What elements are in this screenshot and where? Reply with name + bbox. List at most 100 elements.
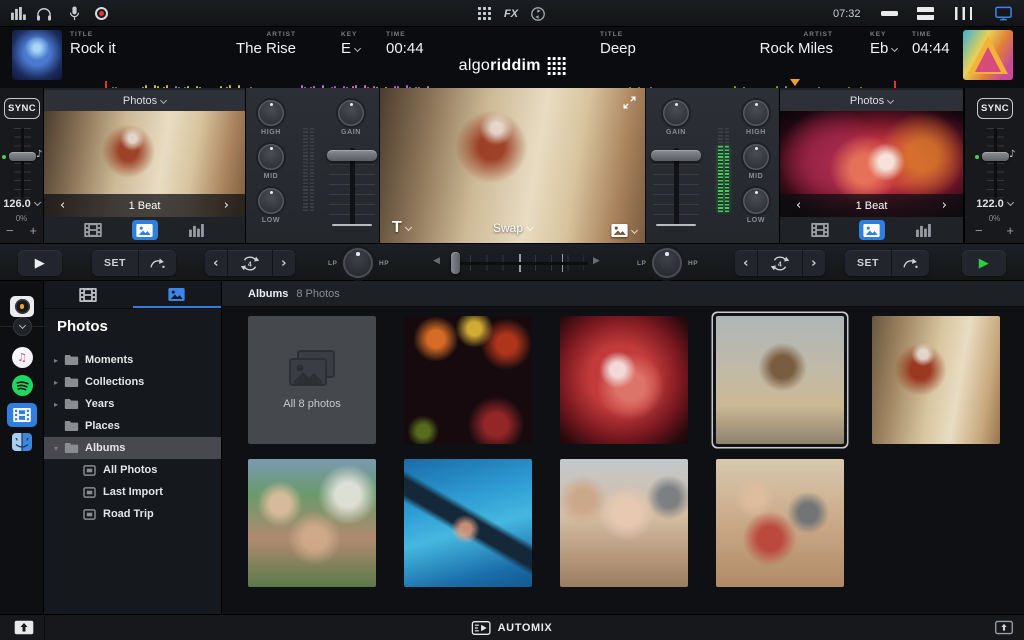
itunes-icon[interactable]: ♫ xyxy=(0,347,44,368)
videos-source-icon[interactable] xyxy=(0,403,44,427)
photo-thumbnail[interactable] xyxy=(560,459,688,587)
deck1-jump-cue-button[interactable] xyxy=(139,250,176,276)
view-split-icon[interactable] xyxy=(915,0,935,27)
deck2-loop-halve-button[interactable]: ‹ xyxy=(735,250,757,276)
crossfader-handle[interactable] xyxy=(451,252,460,274)
tree-item-road-trip[interactable]: Road Trip xyxy=(44,503,221,525)
finder-icon[interactable] xyxy=(0,433,44,451)
deck2-volume-fader[interactable] xyxy=(651,148,701,226)
deck1-play-button[interactable]: ▶ xyxy=(18,250,62,276)
deck1-filter-knob[interactable] xyxy=(343,248,373,278)
deck1-set-cue-button[interactable]: SET xyxy=(92,250,138,276)
tree-item-all-photos[interactable]: All Photos xyxy=(44,459,221,481)
deck2-pitch-slider[interactable] xyxy=(982,152,1009,161)
grid-view-icon[interactable] xyxy=(474,0,494,27)
disclosure-down-icon[interactable]: ▾ xyxy=(50,444,62,453)
deck2-media-image[interactable]: ‹ 1 Beat › xyxy=(780,111,963,217)
deck2-low-knob[interactable] xyxy=(743,188,769,214)
deck2-pitch-plus-button[interactable]: + xyxy=(1006,226,1014,236)
deck2-high-knob[interactable] xyxy=(743,100,769,126)
deck2-filter-knob[interactable] xyxy=(652,248,682,278)
disclosure-right-icon[interactable]: ▸ xyxy=(50,400,62,409)
deck2-key[interactable]: KEY Eb xyxy=(870,31,897,57)
deck1-pitch-minus-button[interactable]: − xyxy=(6,226,14,236)
deck2-sync-button[interactable]: SYNC xyxy=(977,98,1013,119)
photo-thumbnail[interactable] xyxy=(404,459,532,587)
microphone-icon[interactable] xyxy=(64,0,84,27)
tree-item-moments[interactable]: ▸ Moments xyxy=(44,349,221,371)
view-quad-icon[interactable] xyxy=(953,0,973,27)
photo-thumbnail[interactable] xyxy=(872,316,1000,444)
deck2-loop-button[interactable]: 4 xyxy=(758,250,802,276)
crossfader[interactable] xyxy=(450,255,588,271)
deck1-pitch-slider[interactable] xyxy=(9,152,36,161)
djay-library-icon[interactable] xyxy=(0,296,44,317)
deck2-bpm-value[interactable]: 122.0 xyxy=(965,198,1024,210)
previous-beat-button[interactable]: ‹ xyxy=(60,199,65,212)
deck2-jump-cue-button[interactable] xyxy=(892,250,929,276)
text-overlay-button[interactable]: T xyxy=(392,219,411,237)
deck1-volume-fader[interactable] xyxy=(327,148,377,226)
deck2-play-button[interactable]: ▶ xyxy=(962,250,1006,276)
view-single-icon[interactable] xyxy=(879,0,899,27)
deck2-set-cue-button[interactable]: SET xyxy=(845,250,891,276)
deck1-gain-knob[interactable] xyxy=(338,100,364,126)
library-levels-icon[interactable] xyxy=(8,0,28,27)
photo-tab-icon[interactable] xyxy=(132,220,158,240)
deck1-media-source-dropdown[interactable]: Photos xyxy=(44,90,245,111)
tab-photos[interactable] xyxy=(133,281,222,308)
auto-sync-icon[interactable] xyxy=(527,0,549,27)
tree-item-collections[interactable]: ▸ Collections xyxy=(44,371,221,393)
photo-thumbnail-selected[interactable] xyxy=(716,316,844,444)
next-beat-button[interactable]: › xyxy=(224,199,229,212)
video-tab-icon[interactable] xyxy=(80,220,106,240)
spotify-icon[interactable] xyxy=(0,375,44,396)
display-output-icon[interactable] xyxy=(992,0,1014,27)
disclosure-right-icon[interactable]: ▸ xyxy=(50,356,62,365)
next-beat-button[interactable]: › xyxy=(942,199,947,212)
headphones-icon[interactable] xyxy=(34,0,54,27)
deck1-mid-knob[interactable] xyxy=(258,144,284,170)
automix-button[interactable]: AUTOMIX xyxy=(472,615,553,640)
deck1-key[interactable]: KEY E xyxy=(341,31,360,57)
deck1-loop-double-button[interactable]: › xyxy=(273,250,295,276)
video-tab-icon[interactable] xyxy=(807,220,833,240)
beat-length-label[interactable]: 1 Beat xyxy=(856,200,888,212)
disclosure-right-icon[interactable]: ▸ xyxy=(50,378,62,387)
deck2-media-source-dropdown[interactable]: Photos xyxy=(780,90,963,111)
all-photos-tile[interactable]: All 8 photos xyxy=(248,316,376,444)
previous-beat-button[interactable]: ‹ xyxy=(796,199,801,212)
deck2-pitch-minus-button[interactable]: − xyxy=(975,226,983,236)
photo-thumbnail[interactable] xyxy=(404,316,532,444)
equalizer-tab-icon[interactable] xyxy=(184,220,210,240)
tree-item-albums[interactable]: ▾ Albums xyxy=(44,437,221,459)
beat-length-label[interactable]: 1 Beat xyxy=(129,200,161,212)
deck1-loop-halve-button[interactable]: ‹ xyxy=(205,250,227,276)
photo-source-button[interactable] xyxy=(611,224,637,237)
tab-videos[interactable] xyxy=(44,281,133,308)
photo-thumbnail[interactable] xyxy=(560,316,688,444)
tree-item-last-import[interactable]: Last Import xyxy=(44,481,221,503)
panel-toggle-icon[interactable] xyxy=(995,620,1013,635)
photo-tab-icon[interactable] xyxy=(859,220,885,240)
photo-thumbnail[interactable] xyxy=(716,459,844,587)
deck1-sync-button[interactable]: SYNC xyxy=(4,98,40,119)
photo-thumbnail[interactable] xyxy=(248,459,376,587)
deck1-loop-button[interactable]: 4 xyxy=(228,250,272,276)
equalizer-tab-icon[interactable] xyxy=(911,220,937,240)
deck1-bpm-value[interactable]: 126.0 xyxy=(0,198,43,210)
deck2-time[interactable]: TIME 04:44 xyxy=(912,31,950,57)
swap-button[interactable]: Swap xyxy=(493,221,532,235)
deck1-media-image[interactable]: ‹ 1 Beat › xyxy=(44,111,245,217)
fullscreen-icon[interactable] xyxy=(623,96,636,114)
deck2-mid-knob[interactable] xyxy=(743,144,769,170)
deck2-loop-double-button[interactable]: › xyxy=(803,250,825,276)
deck1-high-knob[interactable] xyxy=(258,100,284,126)
collapse-chevron-icon[interactable] xyxy=(0,317,44,336)
deck2-gain-knob[interactable] xyxy=(663,100,689,126)
record-icon[interactable] xyxy=(90,0,112,27)
deck1-low-knob[interactable] xyxy=(258,188,284,214)
tree-item-places[interactable]: Places xyxy=(44,415,221,437)
deck1-time[interactable]: TIME 00:44 xyxy=(386,31,424,57)
tree-item-years[interactable]: ▸ Years xyxy=(44,393,221,415)
